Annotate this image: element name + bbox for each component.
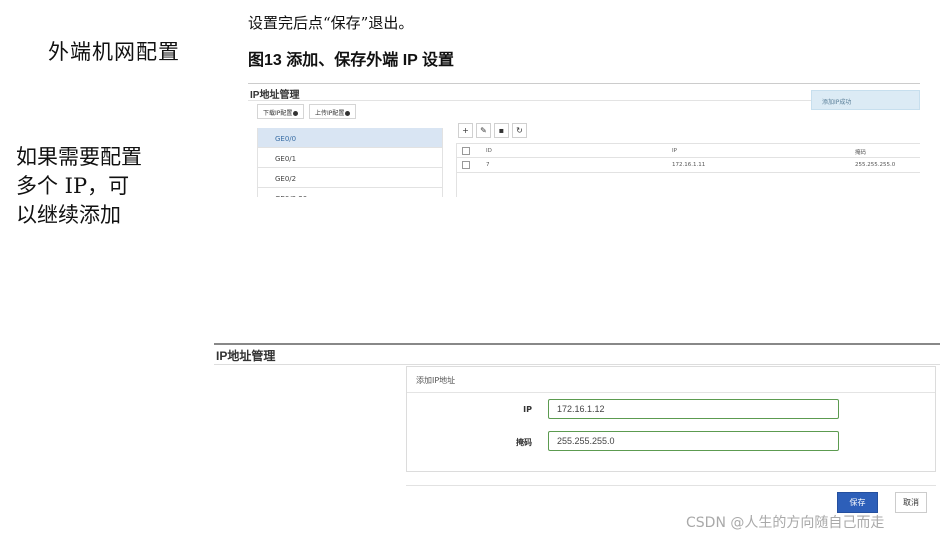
cell-id: 7 <box>486 162 490 168</box>
cancel-button[interactable]: 取消 <box>895 492 927 513</box>
info-icon <box>345 111 351 116</box>
download-config-button[interactable]: 下载IP配置 <box>257 104 305 119</box>
upload-config-button[interactable]: 上传IP配置 <box>309 104 357 119</box>
success-toast: 添加IP成功 <box>811 90 920 110</box>
ip-table: ID IP 掩码 7 172.16.1.11 255.255.255.0 <box>456 143 920 173</box>
form-title: 添加IP地址 <box>407 367 935 393</box>
panel-title: IP地址管理 <box>216 349 276 363</box>
ip-field-label: IP <box>523 405 532 414</box>
slide-title: 外端机网配置 <box>48 40 180 64</box>
figure-caption: 图13 添加、保存外端 IP 设置 <box>248 52 454 69</box>
column-header-ip: IP <box>672 148 677 154</box>
panel-title: IP地址管理 <box>250 90 300 101</box>
divider <box>248 83 920 84</box>
instruction-text: 设置完后点“保存”退出。 <box>248 14 414 32</box>
interface-item[interactable]: GE0/0 <box>258 128 442 148</box>
table-header-row: ID IP 掩码 <box>456 143 920 158</box>
mask-input[interactable]: 255.255.255.0 <box>548 431 839 451</box>
delete-icon[interactable]: ▪ <box>494 123 509 138</box>
divider <box>214 364 940 365</box>
column-header-mask: 掩码 <box>855 150 867 156</box>
mask-field-label: 掩码 <box>516 438 532 447</box>
watermark: CSDN @人生的方向随自己而走 <box>686 515 885 531</box>
cell-ip: 172.16.1.11 <box>672 162 706 168</box>
interface-item[interactable]: GE0/1 <box>258 148 442 168</box>
plus-icon[interactable]: + <box>458 123 473 138</box>
edit-icon[interactable]: ✎ <box>476 123 491 138</box>
row-checkbox[interactable] <box>462 161 470 169</box>
upload-config-label: 上传IP配置 <box>315 110 345 117</box>
ip-management-list-panel: IP地址管理 添加IP成功 下载IP配置 上传IP配置 GE0/0 GE0/1 … <box>248 83 920 197</box>
add-ip-form: 添加IP地址 IP 172.16.1.12 掩码 255.255.255.0 <box>406 366 936 472</box>
download-config-label: 下载IP配置 <box>263 110 293 117</box>
save-button[interactable]: 保存 <box>837 492 878 513</box>
divider <box>406 485 936 486</box>
interface-item[interactable]: GE0/2 <box>258 168 442 188</box>
divider <box>214 343 940 345</box>
slide-note: 如果需要配置多个 IP，可以继续添加 <box>16 145 142 227</box>
column-header-id: ID <box>486 148 492 154</box>
info-icon <box>293 111 299 116</box>
ip-input[interactable]: 172.16.1.12 <box>548 399 839 419</box>
select-all-checkbox[interactable] <box>462 147 470 155</box>
interface-item[interactable]: GE0/3.20 <box>258 188 442 197</box>
interface-list: GE0/0 GE0/1 GE0/2 GE0/3.20 <box>257 128 443 197</box>
table-row[interactable]: 7 172.16.1.11 255.255.255.0 <box>456 158 920 173</box>
refresh-icon[interactable]: ↻ <box>512 123 527 138</box>
cell-mask: 255.255.255.0 <box>855 162 896 168</box>
